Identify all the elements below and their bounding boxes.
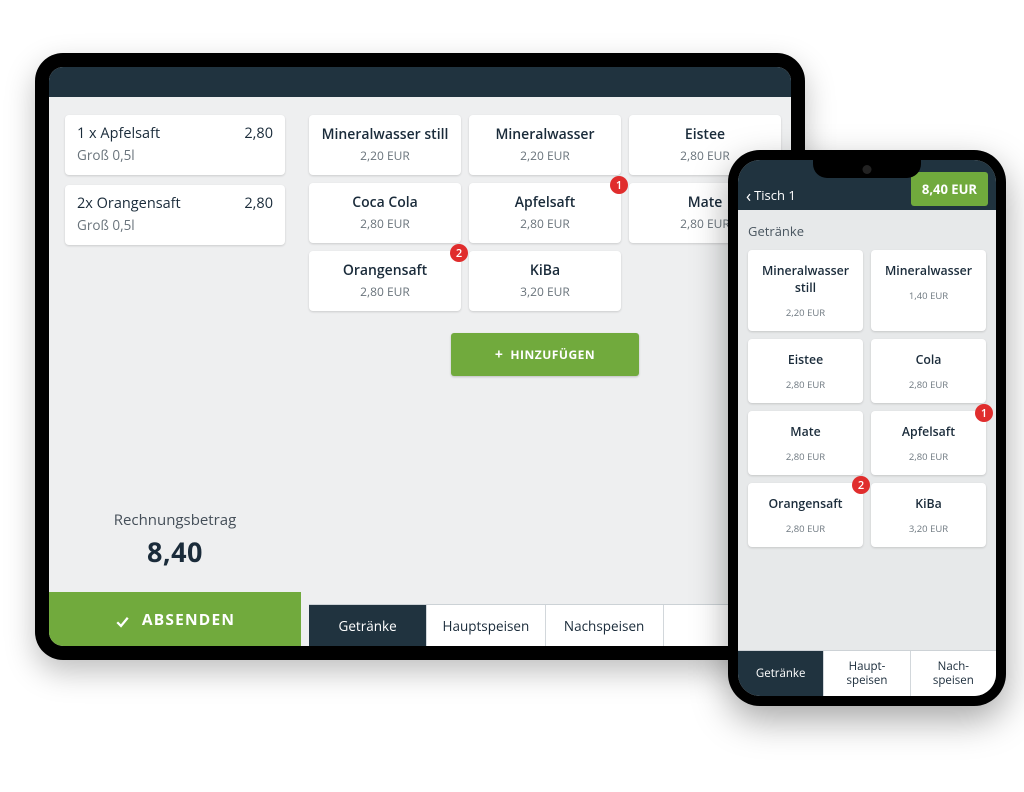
order-item-price: 2,80 xyxy=(244,194,273,213)
quantity-badge: 1 xyxy=(610,176,628,194)
quantity-badge: 2 xyxy=(450,244,468,262)
tab-getraenke[interactable]: Getränke xyxy=(309,605,427,646)
tab-nachspeisen[interactable]: Nachspeisen xyxy=(546,605,664,646)
tablet-body: 1 x Apfelsaft 2,80 Groß 0,5l 2x Orangens… xyxy=(49,97,791,646)
product-name: Apfelsaft xyxy=(475,193,615,212)
product-name: Mineralwasser xyxy=(475,125,615,144)
order-item-title: 1 x Apfelsaft xyxy=(77,124,160,143)
plus-icon: + xyxy=(495,345,504,364)
product-name: Orangensaft xyxy=(752,495,859,512)
total-value: 8,40 xyxy=(65,533,285,570)
tab-hauptspeisen[interactable]: Haupt-speisen xyxy=(824,651,910,696)
product-name: KiBa xyxy=(475,261,615,280)
product-price: 2,20 EUR xyxy=(475,147,615,164)
quantity-badge: 2 xyxy=(852,476,870,494)
product-price: 2,20 EUR xyxy=(752,306,859,319)
order-item-sub: Groß 0,5l xyxy=(77,146,273,164)
category-tabs: Getränke Hauptspeisen Nachspeisen xyxy=(309,604,781,646)
tablet-topbar xyxy=(49,67,791,97)
product-price: 2,20 EUR xyxy=(315,147,455,164)
product-tile[interactable]: KiBa 3,20 EUR xyxy=(871,483,986,547)
product-tile[interactable]: Mineralwasser still 2,20 EUR xyxy=(748,250,863,331)
product-price: 2,80 EUR xyxy=(875,450,982,463)
send-button[interactable]: ABSENDEN xyxy=(49,592,301,646)
product-name: KiBa xyxy=(875,495,982,512)
product-price: 2,80 EUR xyxy=(315,215,455,232)
back-button[interactable]: ‹ Tisch 1 xyxy=(746,186,796,204)
product-tile[interactable]: Mineralwasser still 2,20 EUR xyxy=(309,115,461,175)
total-label: Rechnungsbetrag xyxy=(65,510,285,530)
product-tile[interactable]: 1 Apfelsaft 2,80 EUR xyxy=(469,183,621,243)
back-label: Tisch 1 xyxy=(754,186,796,204)
product-name: Coca Cola xyxy=(315,193,455,212)
order-panel: 1 x Apfelsaft 2,80 Groß 0,5l 2x Orangens… xyxy=(49,97,301,646)
product-price: 2,80 EUR xyxy=(752,522,859,535)
tab-hauptspeisen[interactable]: Hauptspeisen xyxy=(427,605,545,646)
product-price: 1,40 EUR xyxy=(875,289,982,302)
phone-body: Getränke Mineralwasser still 2,20 EUR Mi… xyxy=(738,210,996,650)
product-price: 2,80 EUR xyxy=(475,215,615,232)
order-item-price: 2,80 xyxy=(244,124,273,143)
product-price: 3,20 EUR xyxy=(875,522,982,535)
product-price: 3,20 EUR xyxy=(475,283,615,300)
send-button-label: ABSENDEN xyxy=(142,608,235,630)
order-item[interactable]: 2x Orangensaft 2,80 Groß 0,5l xyxy=(65,185,285,245)
product-tile[interactable]: Mineralwasser 1,40 EUR xyxy=(871,250,986,331)
tablet-screen: 1 x Apfelsaft 2,80 Groß 0,5l 2x Orangens… xyxy=(49,67,791,646)
product-price: 2,80 EUR xyxy=(315,283,455,300)
product-name: Cola xyxy=(875,351,982,368)
category-label: Getränke xyxy=(748,222,986,240)
product-name: Eistee xyxy=(752,351,859,368)
product-tile[interactable]: 1 Apfelsaft 2,80 EUR xyxy=(871,411,986,475)
quantity-badge: 1 xyxy=(975,404,993,422)
product-name: Mate xyxy=(752,423,859,440)
product-tile[interactable]: KiBa 3,20 EUR xyxy=(469,251,621,311)
phone-screen: ‹ Tisch 1 8,40 EUR Getränke Mineralwasse… xyxy=(738,160,996,696)
product-tile[interactable]: 2 Orangensaft 2,80 EUR xyxy=(748,483,863,547)
product-tile[interactable]: Mate 2,80 EUR xyxy=(748,411,863,475)
phone-notch xyxy=(813,160,921,178)
product-price: 2,80 EUR xyxy=(875,378,982,391)
check-icon xyxy=(115,612,130,627)
product-price: 2,80 EUR xyxy=(752,450,859,463)
order-item[interactable]: 1 x Apfelsaft 2,80 Groß 0,5l xyxy=(65,115,285,175)
product-name: Apfelsaft xyxy=(875,423,982,440)
tab-getraenke[interactable]: Getränke xyxy=(738,651,824,696)
product-tile[interactable]: 2 Orangensaft 2,80 EUR xyxy=(309,251,461,311)
product-tile[interactable]: Mineralwasser 2,20 EUR xyxy=(469,115,621,175)
product-name: Orangensaft xyxy=(315,261,455,280)
tab-nachspeisen[interactable]: Nach-speisen xyxy=(911,651,996,696)
total-block: Rechnungsbetrag 8,40 xyxy=(65,510,285,592)
product-price: 2,80 EUR xyxy=(752,378,859,391)
product-panel: Mineralwasser still 2,20 EUR Mineralwass… xyxy=(301,97,791,646)
order-item-title: 2x Orangensaft xyxy=(77,194,181,213)
product-name: Mineralwasser still xyxy=(315,125,455,144)
order-item-sub: Groß 0,5l xyxy=(77,216,273,234)
phone-product-grid: Mineralwasser still 2,20 EUR Mineralwass… xyxy=(748,250,986,547)
total-button[interactable]: 8,40 EUR xyxy=(911,172,988,206)
add-button[interactable]: + HINZUFÜGEN xyxy=(451,333,639,376)
product-tile[interactable]: Cola 2,80 EUR xyxy=(871,339,986,403)
product-name: Mineralwasser xyxy=(875,262,982,279)
tablet-frame: 1 x Apfelsaft 2,80 Groß 0,5l 2x Orangens… xyxy=(35,53,805,660)
phone-frame: ‹ Tisch 1 8,40 EUR Getränke Mineralwasse… xyxy=(728,150,1006,706)
product-name: Eistee xyxy=(635,125,775,144)
product-name: Mineralwasser still xyxy=(752,262,859,296)
add-button-label: HINZUFÜGEN xyxy=(510,346,595,363)
product-tile[interactable]: Coca Cola 2,80 EUR xyxy=(309,183,461,243)
product-tile[interactable]: Eistee 2,80 EUR xyxy=(748,339,863,403)
phone-category-tabs: Getränke Haupt-speisen Nach-speisen xyxy=(738,650,996,696)
chevron-left-icon: ‹ xyxy=(746,187,751,204)
product-grid: Mineralwasser still 2,20 EUR Mineralwass… xyxy=(309,115,781,311)
